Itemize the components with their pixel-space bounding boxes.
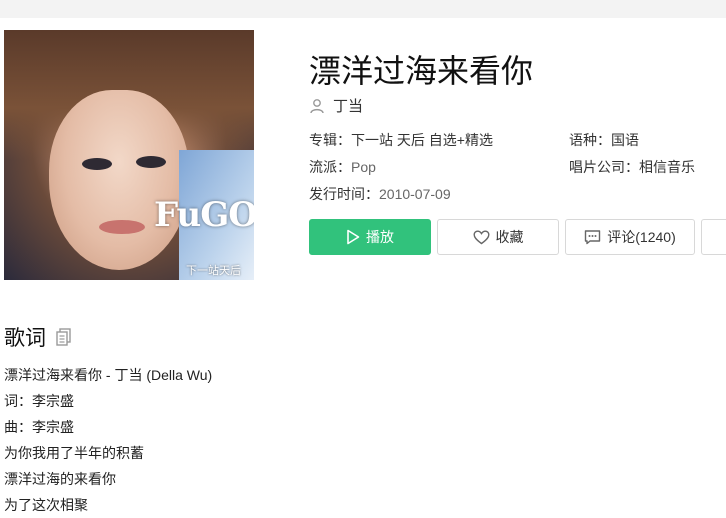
cover-eye-left [82,158,112,170]
meta-release-key: 发行时间： [309,186,379,202]
lyrics-body: 漂洋过海来看你 - 丁当 (Della Wu) 词：李宗盛 曲：李宗盛 为你我用… [4,362,704,518]
meta-release-value: 2010-07-09 [379,186,451,202]
album-cover[interactable]: FuGOOD 下一站天后 [4,30,254,280]
meta-album-key: 专辑： [309,132,351,148]
lyric-line: 漂洋过海的来看你 [4,471,116,487]
lyrics-heading: 歌词 [4,322,72,352]
artist-link[interactable]: 丁当 [309,95,363,116]
lyric-line: 为了这次相聚 [4,497,88,513]
lyric-line: 曲：李宗盛 [4,419,74,435]
favorite-button[interactable]: 收藏 [437,219,559,255]
cover-lips [99,220,145,234]
meta-language-key: 语种： [569,132,611,148]
cover-eye-right [136,156,166,168]
meta-company: 唱片公司：相信音乐 [569,157,695,177]
song-title: 漂洋过海来看你 [309,53,534,89]
lyric-line: 为你我用了半年的积蓄 [4,445,144,461]
cover-face [49,90,189,270]
artist-name[interactable]: 丁当 [333,95,363,116]
lyric-line: 词：李宗盛 [4,393,74,409]
meta-album: 专辑：下一站 天后 自选+精选 [309,130,493,150]
meta-language-value: 国语 [611,132,639,148]
meta-company-value: 相信音乐 [639,159,695,175]
user-icon [310,98,324,113]
heart-icon [472,229,490,244]
more-button[interactable] [701,219,726,255]
play-icon [347,229,360,245]
favorite-label: 收藏 [495,229,524,245]
meta-genre-key: 流派： [309,159,351,175]
cover-logo: FuGOOD [154,195,254,235]
top-bar [0,0,726,18]
comment-icon [585,230,601,245]
meta-album-value[interactable]: 下一站 天后 自选+精选 [351,132,493,148]
play-label: 播放 [366,229,394,245]
lyrics-title: 歌词 [4,327,46,350]
comment-label: 评论(1240) [607,229,676,245]
meta-genre: 流派：Pop [309,157,376,177]
meta-genre-value: Pop [351,159,376,175]
cover-logo-sub: 下一站天后 [186,265,241,277]
meta-company-key: 唱片公司： [569,159,639,175]
comment-button[interactable]: 评论(1240) [565,219,695,255]
meta-language: 语种：国语 [569,130,639,150]
copy-icon[interactable] [56,328,72,346]
lyric-line: 漂洋过海来看你 - 丁当 (Della Wu) [4,367,213,383]
meta-release: 发行时间：2010-07-09 [309,184,451,204]
play-button[interactable]: 播放 [309,219,431,255]
